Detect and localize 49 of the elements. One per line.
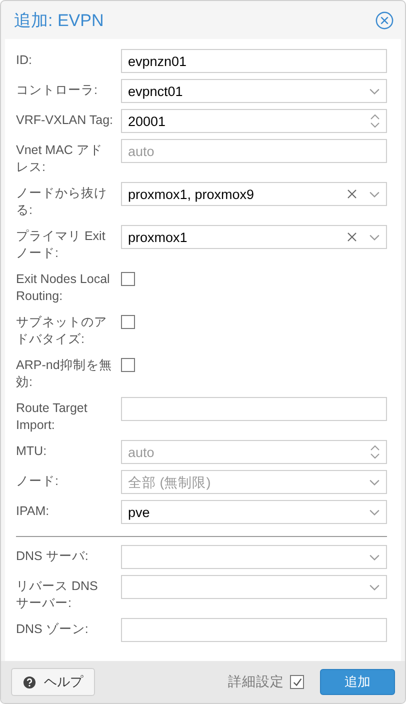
help-button[interactable]: ヘルプ	[11, 668, 95, 696]
field-label: ノードから抜ける:	[16, 185, 108, 219]
field-label: コントローラ:	[16, 82, 98, 99]
dropdown-field[interactable]: proxmox1, proxmox9	[121, 182, 387, 206]
field-label: VRF-VXLAN Tag:	[16, 112, 114, 129]
field-label: ARP-nd抑制を無効:	[16, 357, 113, 391]
field-label: ノード:	[16, 473, 60, 490]
chevron-down-icon[interactable]	[369, 88, 380, 94]
input-field[interactable]: evpnzn01	[121, 49, 387, 73]
field-label: IPAM:	[16, 503, 50, 520]
input-field[interactable]: auto	[121, 139, 387, 163]
spinner-icon[interactable]	[370, 444, 380, 460]
input-field[interactable]	[121, 397, 387, 421]
chevron-down-icon[interactable]	[369, 234, 380, 240]
dropdown-field[interactable]: 全部 (無制限)	[121, 470, 387, 494]
number-field[interactable]: 20001	[121, 109, 387, 133]
dropdown-field[interactable]: pve	[121, 500, 387, 524]
field-label: Exit Nodes Local Routing:	[16, 271, 111, 305]
clear-icon[interactable]	[347, 232, 357, 242]
field-label: ID:	[16, 52, 33, 69]
window-title: 追加: EVPN	[14, 10, 104, 32]
field-label: Route Target Import:	[16, 400, 88, 434]
dropdown-field[interactable]: proxmox1	[121, 225, 387, 249]
checkbox[interactable]	[121, 272, 135, 286]
field-label: DNS サーバ:	[16, 548, 90, 565]
dropdown-field[interactable]	[121, 545, 387, 569]
chevron-down-icon[interactable]	[369, 478, 380, 486]
field-label: MTU:	[16, 443, 48, 460]
field-label: リバース DNS サーバー:	[16, 578, 99, 612]
advanced-checkbox[interactable]	[290, 675, 304, 689]
number-field[interactable]: auto	[121, 440, 387, 464]
dropdown-field[interactable]: evpnct01	[121, 79, 387, 103]
clear-icon[interactable]	[347, 189, 357, 199]
input-field[interactable]	[121, 618, 387, 642]
chevron-down-icon[interactable]	[369, 508, 380, 516]
close-icon[interactable]	[375, 10, 394, 30]
field-label: DNS ゾーン:	[16, 621, 90, 638]
field-label: Vnet MAC アドレス:	[16, 142, 104, 176]
help-icon	[23, 676, 36, 688]
spinner-icon[interactable]	[370, 113, 380, 129]
chevron-down-icon[interactable]	[369, 584, 380, 590]
chevron-down-icon[interactable]	[369, 554, 380, 560]
chevron-down-icon[interactable]	[369, 190, 380, 198]
advanced-label: 詳細設定	[228, 673, 284, 691]
field-label: プライマリ Exit ノード:	[16, 228, 106, 262]
checkbox[interactable]	[121, 358, 135, 372]
checkbox[interactable]	[121, 315, 135, 329]
dropdown-field[interactable]	[121, 575, 387, 599]
field-label: サブネットのアドバタイズ:	[16, 314, 108, 348]
